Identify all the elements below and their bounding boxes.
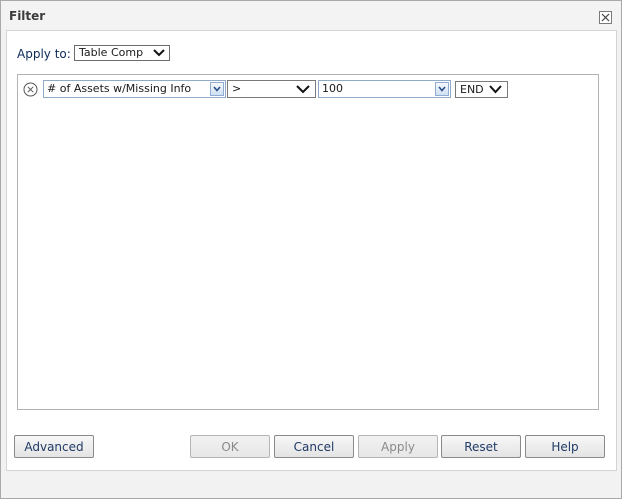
remove-rule-icon[interactable] xyxy=(23,82,38,97)
cancel-button[interactable]: Cancel xyxy=(274,435,354,458)
value-combobox[interactable]: 100 xyxy=(318,80,451,98)
help-label: Help xyxy=(551,439,579,454)
value-dropdown-button[interactable] xyxy=(435,82,449,96)
apply-to-label: Apply to: xyxy=(17,47,71,61)
advanced-label: Advanced xyxy=(24,439,84,454)
apply-label: Apply xyxy=(381,439,415,454)
dialog-title: Filter xyxy=(9,9,46,23)
chevron-down-icon xyxy=(296,85,310,94)
chevron-down-icon xyxy=(438,86,446,92)
close-icon xyxy=(601,13,610,22)
operator-select[interactable]: > xyxy=(227,80,316,98)
close-button[interactable] xyxy=(599,11,612,24)
filter-rules-panel: # of Assets w/Missing Info > 100 END xyxy=(17,74,599,410)
ok-button[interactable]: OK xyxy=(190,435,270,458)
apply-to-value: Table Comp xyxy=(79,46,144,59)
cancel-label: Cancel xyxy=(293,439,335,454)
advanced-button[interactable]: Advanced xyxy=(14,435,94,458)
help-button[interactable]: Help xyxy=(525,435,605,458)
ok-label: OK xyxy=(221,439,239,454)
dialog-body: Apply to: Table Comp # of Assets w/Missi… xyxy=(6,30,617,471)
apply-to-select[interactable]: Table Comp xyxy=(74,45,170,61)
value-text: 100 xyxy=(322,82,343,95)
conjunction-select[interactable]: END xyxy=(455,81,508,98)
conjunction-value: END xyxy=(460,83,484,96)
field-value: # of Assets w/Missing Info xyxy=(47,82,192,95)
operator-value: > xyxy=(232,82,242,95)
field-combobox[interactable]: # of Assets w/Missing Info xyxy=(43,80,226,98)
apply-button[interactable]: Apply xyxy=(358,435,438,458)
chevron-down-icon xyxy=(153,49,165,57)
field-dropdown-button[interactable] xyxy=(210,82,224,96)
chevron-down-icon xyxy=(213,86,221,92)
filter-dialog: Filter Apply to: Table Comp # of Assets … xyxy=(0,0,622,499)
reset-button[interactable]: Reset xyxy=(441,435,521,458)
reset-label: Reset xyxy=(464,439,498,454)
chevron-down-icon xyxy=(489,85,502,94)
dialog-titlebar: Filter xyxy=(1,1,621,31)
